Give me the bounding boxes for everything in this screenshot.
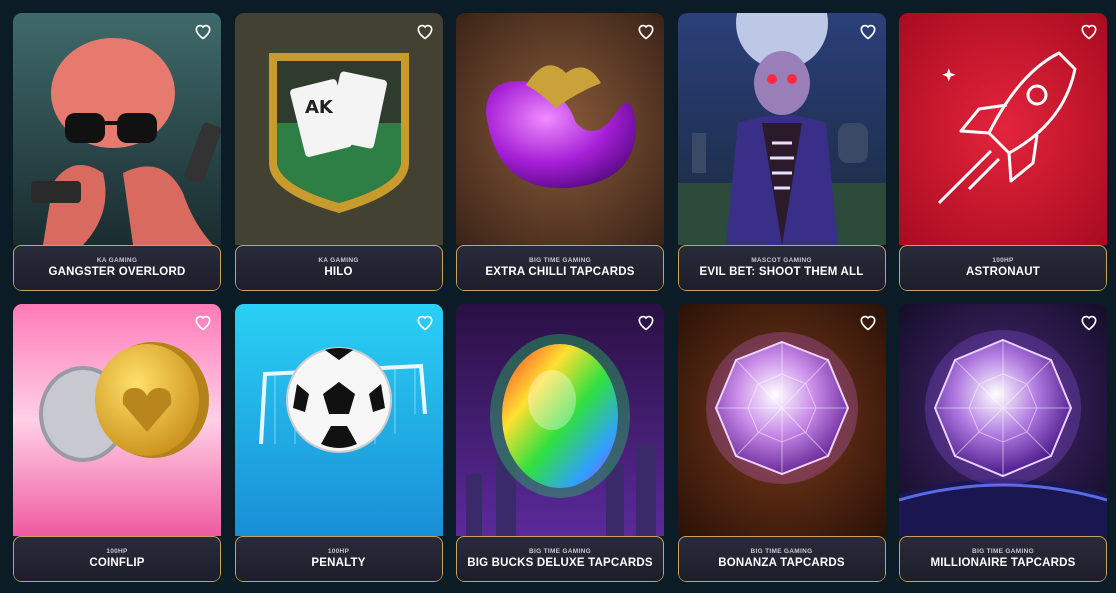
game-provider: BIG TIME GAMING	[750, 548, 813, 555]
game-thumbnail	[13, 13, 221, 245]
game-thumbnail	[899, 304, 1107, 536]
rainbow-gem-icon	[456, 304, 664, 536]
game-caption: BIG TIME GAMING EXTRA CHILLI TAPCARDS	[456, 245, 664, 291]
game-card[interactable]: BIG TIME GAMING MILLIONAIRE TAPCARDS	[899, 304, 1107, 582]
favorite-heart-icon[interactable]	[193, 21, 213, 41]
game-provider: BIG TIME GAMING	[972, 548, 1034, 555]
game-title: MILLIONAIRE TAPCARDS	[930, 557, 1076, 569]
game-provider: 100HP	[106, 548, 128, 555]
favorite-heart-icon[interactable]	[415, 21, 435, 41]
game-title: PENALTY	[311, 557, 366, 569]
rocket-icon	[899, 13, 1107, 245]
game-thumbnail	[13, 304, 221, 536]
game-title: GANGSTER OVERLORD	[48, 266, 186, 278]
game-card[interactable]: 100HP COINFLIP	[13, 304, 221, 582]
game-title: BONANZA TAPCARDS	[718, 557, 845, 569]
game-caption: 100HP ASTRONAUT	[899, 245, 1107, 291]
favorite-heart-icon[interactable]	[636, 312, 656, 332]
game-thumbnail: AK	[234, 13, 443, 245]
zombie-icon	[677, 13, 886, 245]
game-caption: MASCOT GAMING EVIL BET: SHOOT THEM ALL	[677, 245, 886, 291]
game-card[interactable]: 100HP ASTRONAUT	[899, 13, 1107, 291]
favorite-heart-icon[interactable]	[193, 312, 213, 332]
game-caption: 100HP PENALTY	[234, 536, 443, 582]
game-provider: MASCOT GAMING	[751, 257, 812, 264]
game-card[interactable]: BIG TIME GAMING BIG BUCKS DELUXE TAPCARD…	[456, 304, 664, 582]
game-title: ASTRONAUT	[966, 266, 1040, 278]
svg-text:AK: AK	[305, 97, 334, 118]
favorite-heart-icon[interactable]	[415, 312, 435, 332]
coin-icon	[13, 304, 221, 536]
game-caption: KA GAMING HILO	[234, 245, 443, 291]
game-card[interactable]: BIG TIME GAMING EXTRA CHILLI TAPCARDS	[456, 13, 664, 291]
game-provider: KA GAMING	[96, 257, 138, 264]
game-provider: BIG TIME GAMING	[529, 257, 591, 264]
game-title: BIG BUCKS DELUXE TAPCARDS	[467, 557, 653, 569]
game-thumbnail	[899, 13, 1107, 245]
games-grid: KA GAMING GANGSTER OVERLORD AK KA GAMING…	[0, 0, 1116, 582]
game-thumbnail	[456, 304, 664, 536]
game-provider: 100HP	[992, 257, 1014, 264]
octopus-gangster-icon	[13, 13, 221, 245]
game-thumbnail	[456, 13, 664, 245]
game-provider: KA GAMING	[318, 257, 359, 264]
diamond-icon	[899, 304, 1107, 536]
game-caption: BIG TIME GAMING MILLIONAIRE TAPCARDS	[899, 536, 1107, 582]
game-card[interactable]: 100HP PENALTY	[234, 304, 443, 582]
game-thumbnail	[677, 304, 886, 536]
favorite-heart-icon[interactable]	[858, 21, 878, 41]
game-card[interactable]: KA GAMING GANGSTER OVERLORD	[13, 13, 221, 291]
game-provider: 100HP	[327, 548, 350, 555]
game-title: HILO	[324, 266, 353, 278]
purple-chilli-icon	[456, 13, 664, 245]
game-thumbnail	[234, 304, 443, 536]
game-caption: BIG TIME GAMING BONANZA TAPCARDS	[677, 536, 886, 582]
game-title: COINFLIP	[89, 557, 145, 569]
game-card[interactable]: BIG TIME GAMING BONANZA TAPCARDS	[677, 304, 886, 582]
game-caption: KA GAMING GANGSTER OVERLORD	[13, 245, 221, 291]
favorite-heart-icon[interactable]	[858, 312, 878, 332]
game-card[interactable]: MASCOT GAMING EVIL BET: SHOOT THEM ALL	[677, 13, 886, 291]
favorite-heart-icon[interactable]	[636, 21, 656, 41]
game-title: EVIL BET: SHOOT THEM ALL	[699, 266, 864, 278]
game-caption: BIG TIME GAMING BIG BUCKS DELUXE TAPCARD…	[456, 536, 664, 582]
game-title: EXTRA CHILLI TAPCARDS	[485, 266, 635, 278]
favorite-heart-icon[interactable]	[1079, 21, 1099, 41]
game-card[interactable]: AK KA GAMING HILO	[234, 13, 443, 291]
game-provider: BIG TIME GAMING	[529, 548, 591, 555]
game-caption: 100HP COINFLIP	[13, 536, 221, 582]
game-thumbnail	[677, 13, 886, 245]
cards-shield-icon: AK	[234, 13, 443, 245]
soccer-ball-icon	[234, 304, 443, 536]
diamond-icon	[677, 304, 886, 536]
favorite-heart-icon[interactable]	[1079, 312, 1099, 332]
